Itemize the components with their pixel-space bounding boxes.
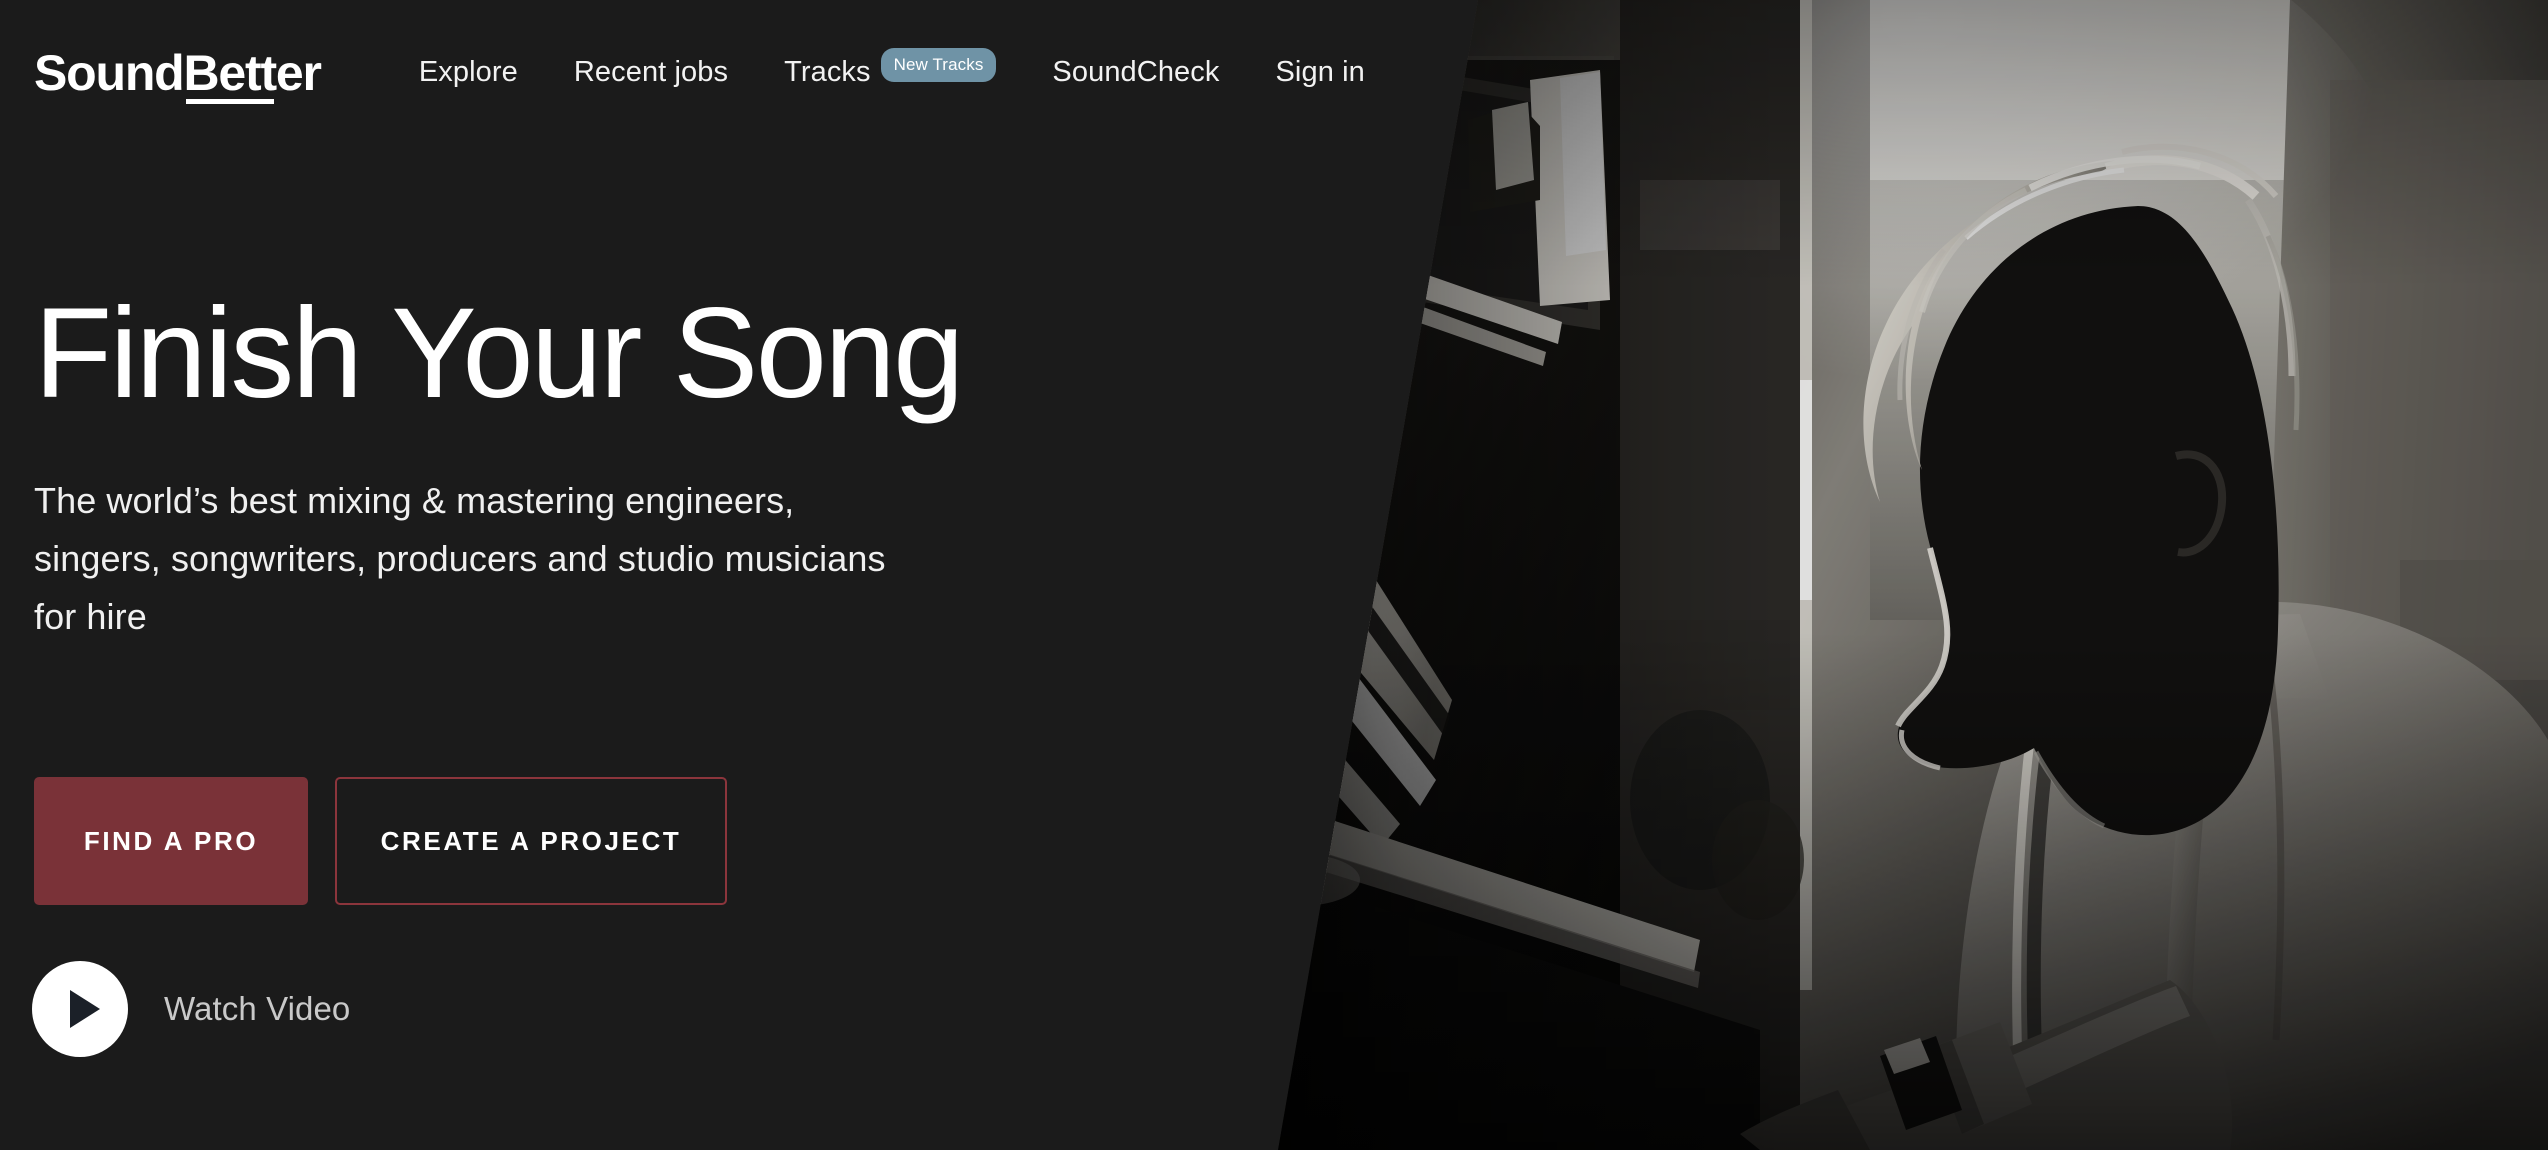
hero-cta-group: FIND A PRO CREATE A PROJECT bbox=[34, 777, 727, 905]
nav-item-explore[interactable]: Explore bbox=[419, 58, 518, 87]
landing-page: SoundBetter Explore Recent jobs Tracks N… bbox=[0, 0, 2548, 1150]
play-icon bbox=[32, 961, 128, 1057]
nav-item-tracks-label: Tracks bbox=[784, 56, 871, 88]
hero-subtitle: The world’s best mixing & mastering engi… bbox=[34, 479, 886, 638]
hero-copy: Finish Your Song The world’s best mixing… bbox=[34, 286, 1154, 647]
nav-item-soundcheck[interactable]: SoundCheck bbox=[1052, 58, 1219, 87]
main-navigation: Explore Recent jobs Tracks New Tracks So… bbox=[419, 48, 1365, 88]
play-triangle-icon bbox=[69, 990, 100, 1028]
nav-item-tracks[interactable]: Tracks New Tracks bbox=[784, 48, 997, 88]
create-a-project-button[interactable]: CREATE A PROJECT bbox=[335, 777, 727, 905]
watch-video-button[interactable]: Watch Video bbox=[32, 961, 350, 1057]
watch-video-label: Watch Video bbox=[164, 990, 351, 1027]
site-header: SoundBetter Explore Recent jobs Tracks N… bbox=[0, 0, 2548, 145]
brand-logo-text: SoundBetter bbox=[34, 44, 322, 101]
brand-logo[interactable]: SoundBetter bbox=[34, 44, 322, 104]
nav-item-recent-jobs[interactable]: Recent jobs bbox=[574, 58, 728, 87]
nav-item-sign-in[interactable]: Sign in bbox=[1275, 58, 1364, 87]
find-a-pro-button[interactable]: FIND A PRO bbox=[34, 777, 308, 905]
new-tracks-badge: New Tracks bbox=[880, 48, 997, 82]
brand-underline-accent bbox=[186, 98, 274, 104]
hero-title: Finish Your Song bbox=[34, 282, 964, 425]
